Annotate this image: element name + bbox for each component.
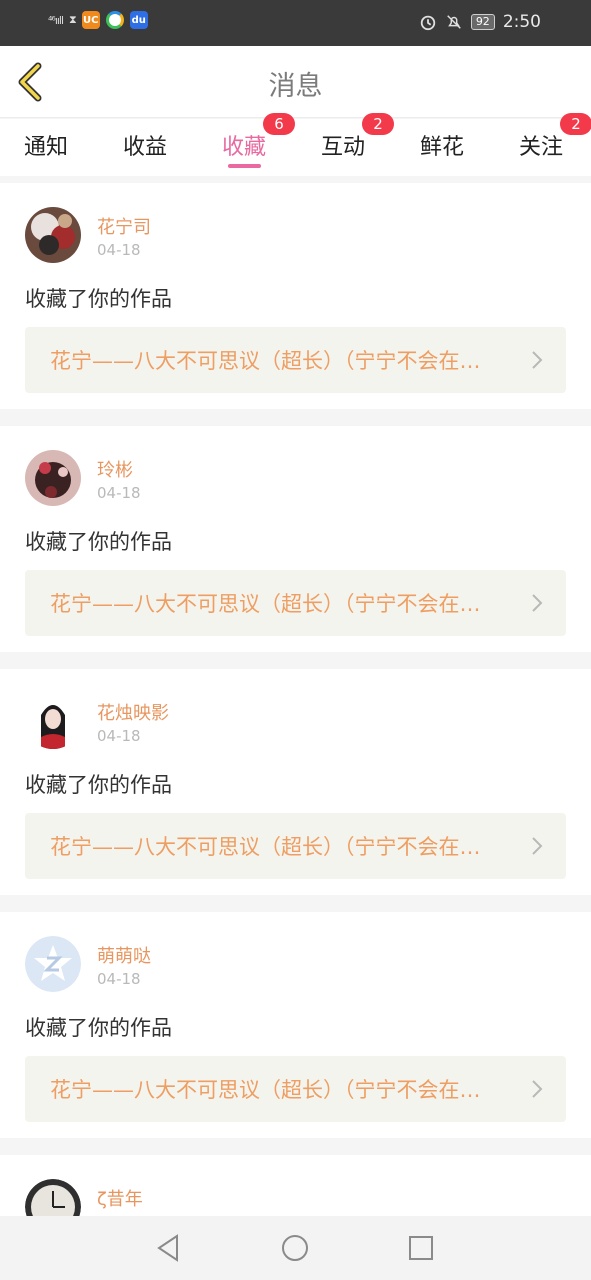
action-text: 收藏了你的作品 [25, 773, 172, 797]
action-text: 收藏了你的作品 [25, 530, 172, 554]
work-title: 花宁——八大不可思议（超长）（宁宁不会在… [50, 1078, 481, 1102]
work-title: 花宁——八大不可思议（超长）（宁宁不会在… [50, 349, 481, 373]
nav-recents-icon[interactable] [405, 1232, 437, 1264]
page-title: 消息 [268, 71, 323, 102]
work-title: 花宁——八大不可思议（超长）（宁宁不会在… [50, 835, 481, 859]
signal-icon: ⁴⁶ııll [48, 13, 64, 27]
message-date: 04-18 [97, 727, 141, 745]
tab-interactions[interactable]: 互动 [321, 129, 365, 161]
active-tab-indicator [228, 164, 261, 168]
work-link[interactable]: 花宁——八大不可思议（超长）（宁宁不会在… [25, 813, 566, 879]
work-link[interactable]: 花宁——八大不可思议（超长）（宁宁不会在… [25, 327, 566, 393]
tab-earnings[interactable]: 收益 [123, 129, 167, 161]
username[interactable]: 萌萌哒 [97, 942, 151, 968]
username[interactable]: ζ昔年 [97, 1185, 143, 1211]
message-card[interactable]: 萌萌哒 04-18 收藏了你的作品 花宁——八大不可思议（超长）（宁宁不会在… [0, 912, 591, 1138]
alarm-icon [420, 15, 436, 31]
mute-bell-icon [447, 15, 461, 29]
tab-follows[interactable]: 关注 [519, 129, 563, 161]
interactions-badge: 2 [362, 113, 394, 135]
chevron-right-icon [532, 1080, 543, 1098]
nav-bar: 消息 [0, 46, 591, 118]
username[interactable]: 花宁司 [97, 213, 151, 239]
username[interactable]: 玲彬 [97, 456, 133, 482]
avatar[interactable] [25, 207, 81, 263]
message-date: 04-18 [97, 484, 141, 502]
status-bar: ⁴⁶ııll ⧗ UC du 92 2:50 [0, 0, 591, 46]
tab-bar: 通知 收益 收藏 6 互动 2 鲜花 关注 2 [0, 113, 591, 176]
nav-home-icon[interactable] [279, 1232, 311, 1264]
status-right: 92 2:50 [419, 12, 541, 32]
message-card[interactable]: 玲彬 04-18 收藏了你的作品 花宁——八大不可思议（超长）（宁宁不会在… [0, 426, 591, 652]
clock-avatar-icon [25, 1179, 81, 1216]
ring-app-icon [105, 11, 124, 29]
message-card[interactable]: ζ昔年 [0, 1155, 591, 1216]
chevron-right-icon [532, 594, 543, 612]
avatar[interactable] [25, 693, 81, 749]
message-card[interactable]: 花宁司 04-18 收藏了你的作品 花宁——八大不可思议（超长）（宁宁不会在… [0, 183, 591, 409]
message-card[interactable]: 花烛映影 04-18 收藏了你的作品 花宁——八大不可思议（超长）（宁宁不会在… [0, 669, 591, 895]
avatar[interactable] [25, 936, 81, 992]
follows-badge: 2 [560, 113, 591, 135]
default-avatar-icon [25, 936, 81, 992]
work-title: 花宁——八大不可思议（超长）（宁宁不会在… [50, 592, 481, 616]
message-date: 04-18 [97, 241, 141, 259]
tab-favorites[interactable]: 收藏 [222, 129, 266, 161]
nav-back-icon[interactable] [153, 1232, 185, 1264]
avatar[interactable] [25, 1179, 81, 1216]
system-nav-bar [0, 1216, 591, 1280]
uc-browser-icon: UC [81, 11, 100, 29]
username[interactable]: 花烛映影 [97, 699, 169, 725]
baidu-icon: du [129, 11, 148, 29]
avatar[interactable] [25, 450, 81, 506]
action-text: 收藏了你的作品 [25, 1016, 172, 1040]
hourglass-icon: ⧗ [69, 13, 77, 26]
battery-icon: 92 [470, 14, 495, 30]
action-text: 收藏了你的作品 [25, 287, 172, 311]
tab-flowers[interactable]: 鲜花 [420, 129, 464, 161]
tab-notifications[interactable]: 通知 [24, 129, 68, 161]
chevron-right-icon [532, 351, 543, 369]
message-date: 04-18 [97, 970, 141, 988]
chevron-right-icon [532, 837, 543, 855]
favorites-badge: 6 [263, 113, 295, 135]
work-link[interactable]: 花宁——八大不可思议（超长）（宁宁不会在… [25, 1056, 566, 1122]
work-link[interactable]: 花宁——八大不可思议（超长）（宁宁不会在… [25, 570, 566, 636]
status-left: ⁴⁶ııll ⧗ UC du [48, 11, 148, 29]
clock-time: 2:50 [502, 12, 541, 32]
